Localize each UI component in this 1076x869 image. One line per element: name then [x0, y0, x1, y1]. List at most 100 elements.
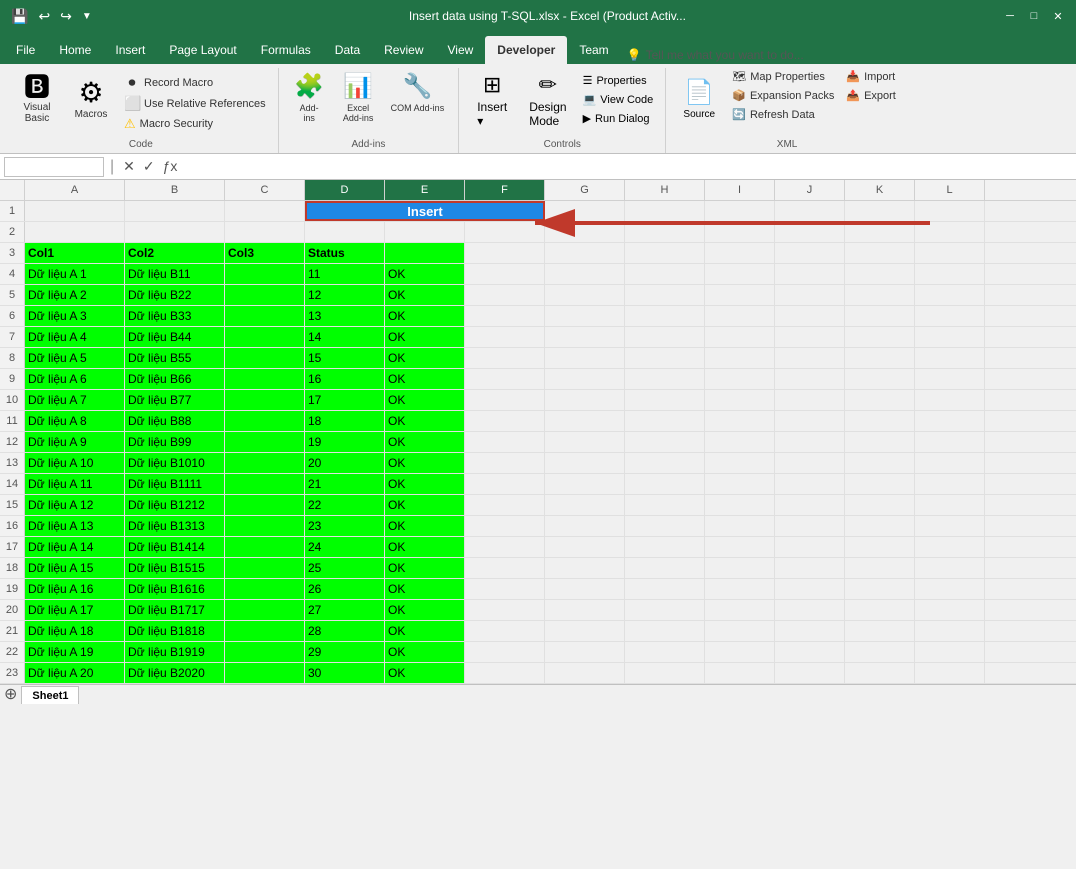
- cell-D22[interactable]: 29: [305, 642, 385, 662]
- cell-E23[interactable]: OK: [385, 663, 465, 683]
- cell-I12[interactable]: [705, 432, 775, 452]
- add-ins-button[interactable]: 🧩 Add-ins: [287, 68, 332, 130]
- col-header-e[interactable]: E: [385, 180, 465, 200]
- cell-H6[interactable]: [625, 306, 705, 326]
- cell-B18[interactable]: Dữ liệu B1515: [125, 558, 225, 578]
- cell-G12[interactable]: [545, 432, 625, 452]
- cell-D21[interactable]: 28: [305, 621, 385, 641]
- cell-A8[interactable]: Dữ liệu A 5: [25, 348, 125, 368]
- cell-B13[interactable]: Dữ liệu B1010: [125, 453, 225, 473]
- cell-I15[interactable]: [705, 495, 775, 515]
- cell-K7[interactable]: [845, 327, 915, 347]
- cancel-formula-icon[interactable]: ✕: [120, 158, 138, 175]
- cell-L7[interactable]: [915, 327, 985, 347]
- cell-H10[interactable]: [625, 390, 705, 410]
- cell-J22[interactable]: [775, 642, 845, 662]
- record-macro-button[interactable]: ⏺ Record Macro: [120, 72, 270, 93]
- cell-G14[interactable]: [545, 474, 625, 494]
- cell-K23[interactable]: [845, 663, 915, 683]
- cell-I11[interactable]: [705, 411, 775, 431]
- cell-K14[interactable]: [845, 474, 915, 494]
- cell-D11[interactable]: 18: [305, 411, 385, 431]
- cell-g1[interactable]: [545, 201, 625, 221]
- cell-E7[interactable]: OK: [385, 327, 465, 347]
- cell-I9[interactable]: [705, 369, 775, 389]
- cell-e2[interactable]: [385, 222, 465, 242]
- cell-L19[interactable]: [915, 579, 985, 599]
- cell-l2[interactable]: [915, 222, 985, 242]
- cell-I5[interactable]: [705, 285, 775, 305]
- cell-A12[interactable]: Dữ liệu A 9: [25, 432, 125, 452]
- cell-H16[interactable]: [625, 516, 705, 536]
- cell-F19[interactable]: [465, 579, 545, 599]
- col-header-d[interactable]: D: [305, 180, 385, 200]
- cell-F11[interactable]: [465, 411, 545, 431]
- cell-A19[interactable]: Dữ liệu A 16: [25, 579, 125, 599]
- refresh-data-button[interactable]: 🔄 Refresh Data: [728, 106, 838, 123]
- cell-k1[interactable]: [845, 201, 915, 221]
- cell-k3[interactable]: [845, 243, 915, 263]
- formula-input[interactable]: [184, 158, 1072, 176]
- cell-F6[interactable]: [465, 306, 545, 326]
- cell-B15[interactable]: Dữ liệu B1212: [125, 495, 225, 515]
- cell-d3[interactable]: Status: [305, 243, 385, 263]
- cell-E4[interactable]: OK: [385, 264, 465, 284]
- cell-E6[interactable]: OK: [385, 306, 465, 326]
- run-dialog-button[interactable]: ▶ Run Dialog: [579, 110, 658, 127]
- cell-H11[interactable]: [625, 411, 705, 431]
- cell-i2[interactable]: [705, 222, 775, 242]
- cell-H4[interactable]: [625, 264, 705, 284]
- cell-E22[interactable]: OK: [385, 642, 465, 662]
- cell-d2[interactable]: [305, 222, 385, 242]
- cell-b2[interactable]: [125, 222, 225, 242]
- cell-I16[interactable]: [705, 516, 775, 536]
- insert-button[interactable]: Insert: [305, 201, 545, 221]
- cell-c2[interactable]: [225, 222, 305, 242]
- cell-K15[interactable]: [845, 495, 915, 515]
- cell-G13[interactable]: [545, 453, 625, 473]
- cell-L14[interactable]: [915, 474, 985, 494]
- cell-J11[interactable]: [775, 411, 845, 431]
- cell-G5[interactable]: [545, 285, 625, 305]
- cell-I4[interactable]: [705, 264, 775, 284]
- cell-L18[interactable]: [915, 558, 985, 578]
- cell-A10[interactable]: Dữ liệu A 7: [25, 390, 125, 410]
- cell-D5[interactable]: 12: [305, 285, 385, 305]
- cell-J17[interactable]: [775, 537, 845, 557]
- cell-G11[interactable]: [545, 411, 625, 431]
- cell-D8[interactable]: 15: [305, 348, 385, 368]
- cell-H12[interactable]: [625, 432, 705, 452]
- col-header-a[interactable]: A: [25, 180, 125, 200]
- cell-H18[interactable]: [625, 558, 705, 578]
- cell-B10[interactable]: Dữ liệu B77: [125, 390, 225, 410]
- cell-A14[interactable]: Dữ liệu A 11: [25, 474, 125, 494]
- cell-C14[interactable]: [225, 474, 305, 494]
- cell-H15[interactable]: [625, 495, 705, 515]
- cell-B16[interactable]: Dữ liệu B1313: [125, 516, 225, 536]
- tab-data[interactable]: Data: [323, 36, 372, 64]
- cell-C17[interactable]: [225, 537, 305, 557]
- cell-L21[interactable]: [915, 621, 985, 641]
- tab-insert[interactable]: Insert: [103, 36, 157, 64]
- cell-B19[interactable]: Dữ liệu B1616: [125, 579, 225, 599]
- cell-F9[interactable]: [465, 369, 545, 389]
- cell-I18[interactable]: [705, 558, 775, 578]
- use-relative-button[interactable]: ⬜ Use Relative References: [120, 93, 270, 114]
- cell-H20[interactable]: [625, 600, 705, 620]
- cell-D19[interactable]: 26: [305, 579, 385, 599]
- cell-A5[interactable]: Dữ liệu A 2: [25, 285, 125, 305]
- cell-F23[interactable]: [465, 663, 545, 683]
- cell-I13[interactable]: [705, 453, 775, 473]
- cell-F4[interactable]: [465, 264, 545, 284]
- tab-team[interactable]: Team: [567, 36, 620, 64]
- cell-K16[interactable]: [845, 516, 915, 536]
- cell-L6[interactable]: [915, 306, 985, 326]
- cell-k2[interactable]: [845, 222, 915, 242]
- cell-A18[interactable]: Dữ liệu A 15: [25, 558, 125, 578]
- cell-H22[interactable]: [625, 642, 705, 662]
- cell-j2[interactable]: [775, 222, 845, 242]
- cell-D6[interactable]: 13: [305, 306, 385, 326]
- cell-a1[interactable]: [25, 201, 125, 221]
- cell-A20[interactable]: Dữ liệu A 17: [25, 600, 125, 620]
- cell-C19[interactable]: [225, 579, 305, 599]
